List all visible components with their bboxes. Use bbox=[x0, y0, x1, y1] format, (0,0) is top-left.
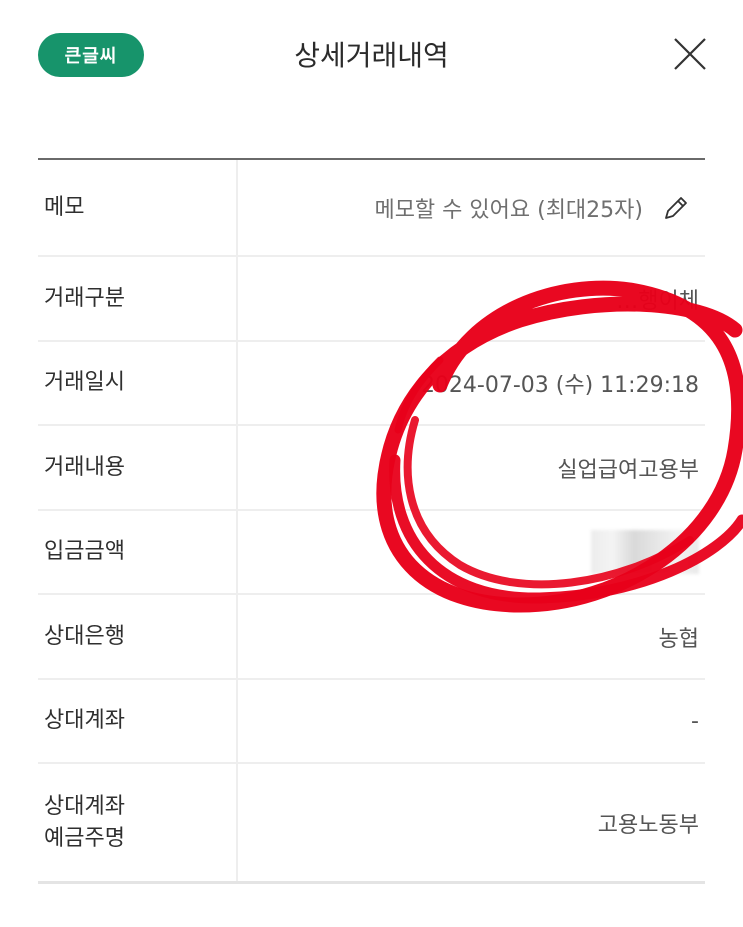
close-icon bbox=[674, 38, 706, 70]
amount-blurred bbox=[591, 530, 699, 574]
content-value: 실업급여고용부 bbox=[557, 457, 699, 483]
account-label: 상대계좌 bbox=[38, 680, 238, 762]
holder-label-line1: 상대계좌 bbox=[44, 793, 125, 819]
memo-row: 메모 메모할 수 있어요 (최대25자) bbox=[38, 160, 705, 257]
datetime-value: 2024-07-03 (수) 11:29:18 bbox=[420, 373, 699, 398]
transaction-detail-table: 메모 메모할 수 있어요 (최대25자) 거래구분 …행이체 거래일시 2024… bbox=[38, 158, 705, 884]
memo-label: 메모 bbox=[38, 160, 238, 255]
bank-label: 상대은행 bbox=[38, 595, 238, 678]
type-label: 거래구분 bbox=[38, 257, 238, 340]
memo-placeholder[interactable]: 메모할 수 있어요 (최대25자) bbox=[374, 192, 643, 224]
page-title: 상세거래내역 bbox=[294, 39, 449, 72]
memo-field[interactable]: 메모할 수 있어요 (최대25자) bbox=[238, 160, 705, 255]
table-row: 상대은행 농협 bbox=[38, 595, 705, 680]
bank-value: 농협 bbox=[658, 626, 699, 652]
amount-label: 입금금액 bbox=[38, 511, 238, 593]
account-value: - bbox=[691, 708, 699, 734]
datetime-label: 거래일시 bbox=[38, 342, 238, 424]
holder-label-line2: 예금주명 bbox=[44, 825, 125, 851]
close-button[interactable] bbox=[672, 36, 708, 72]
table-row: 상대계좌 예금주명 고용노동부 bbox=[38, 764, 705, 884]
pencil-icon[interactable] bbox=[661, 193, 691, 223]
content-label: 거래내용 bbox=[38, 426, 238, 509]
table-row: 거래구분 …행이체 bbox=[38, 257, 705, 342]
type-value: …행이체 bbox=[616, 288, 699, 314]
table-row: 상대계좌 - bbox=[38, 680, 705, 764]
table-row: 입금금액 bbox=[38, 511, 705, 595]
holder-value: 고용노동부 bbox=[597, 812, 699, 838]
table-row: 거래일시 2024-07-03 (수) 11:29:18 bbox=[38, 342, 705, 426]
amount-value bbox=[238, 511, 705, 593]
header: 큰글씨 상세거래내역 bbox=[0, 0, 743, 110]
table-row: 거래내용 실업급여고용부 bbox=[38, 426, 705, 511]
holder-label: 상대계좌 예금주명 bbox=[38, 764, 238, 881]
